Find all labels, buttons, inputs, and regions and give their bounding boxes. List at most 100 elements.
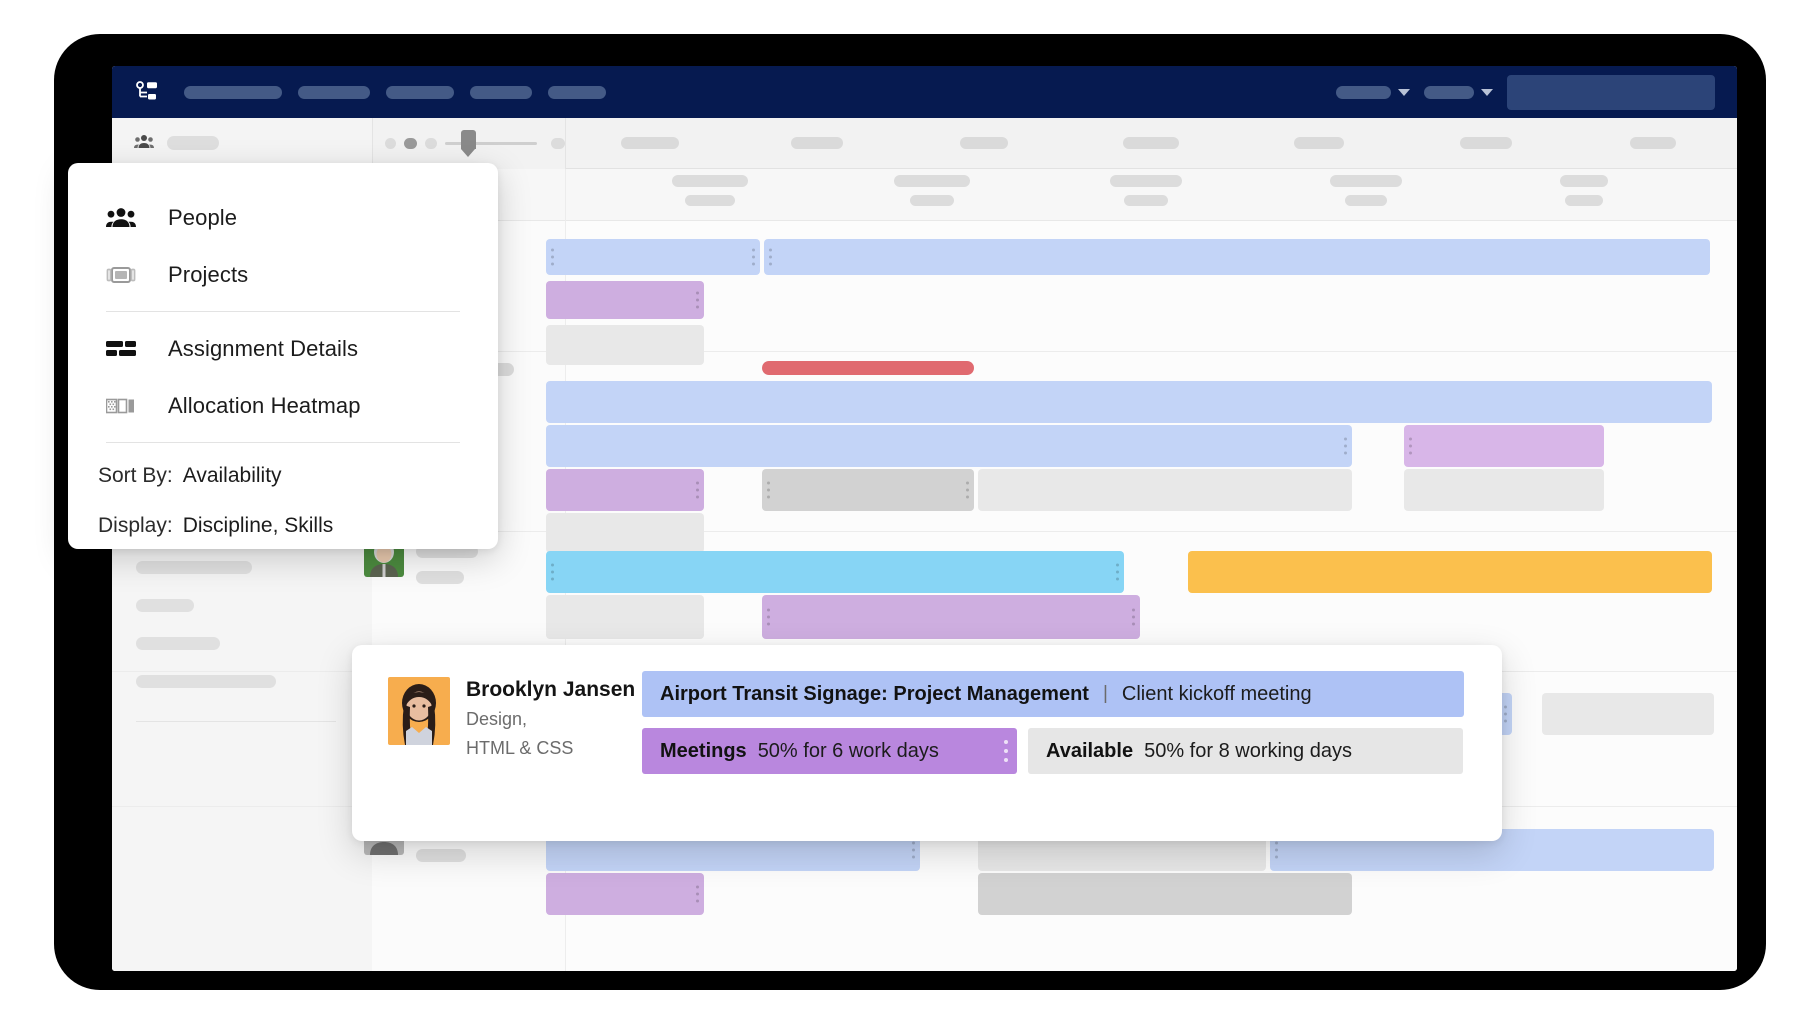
date-label — [790, 137, 843, 149]
date-label — [620, 137, 679, 149]
week-label-top — [1560, 175, 1608, 187]
org-chart-icon[interactable] — [134, 80, 160, 104]
nav-link-1[interactable] — [184, 85, 282, 99]
person-discipline: Design, — [466, 709, 528, 730]
people-icon — [134, 134, 154, 152]
people-icon — [106, 205, 140, 231]
menu-divider — [106, 311, 460, 312]
menu-item-allocation-heatmap[interactable]: Allocation Heatmap — [68, 377, 498, 434]
nav-dropdown-2-label — [1424, 85, 1474, 99]
zoom-slider-thumb[interactable] — [460, 130, 476, 157]
zoom-segment-2[interactable] — [404, 137, 418, 149]
bar-red-milestone[interactable] — [762, 361, 974, 375]
toolbar-view-switcher[interactable] — [112, 117, 372, 169]
tooltip-person-text: Brooklyn Jansen Design, HTML & CSS — [466, 677, 635, 841]
resize-handle-right[interactable] — [1116, 563, 1119, 581]
bar-blue-2b[interactable] — [546, 425, 1352, 467]
bar-purple-5[interactable] — [546, 873, 704, 915]
resize-handle-right[interactable] — [1504, 705, 1507, 723]
menu-item-people[interactable]: People — [68, 189, 498, 246]
bar-grey-5b[interactable] — [978, 873, 1352, 915]
display-row[interactable]: Display: Discipline, Skills — [68, 501, 498, 551]
week-label-top — [1110, 175, 1182, 187]
bar-purple-2[interactable] — [546, 469, 704, 511]
bar-purple-1[interactable] — [546, 281, 704, 319]
resize-handle-right[interactable] — [1132, 608, 1135, 626]
resize-handle-left[interactable] — [767, 608, 770, 626]
resize-handle-right[interactable] — [912, 841, 915, 859]
date-header-cell — [1570, 137, 1737, 149]
bar-grey-2d[interactable] — [546, 513, 704, 553]
display-value[interactable]: Discipline, Skills — [183, 514, 334, 538]
week-label-top — [672, 175, 748, 187]
available-label: Available — [1046, 739, 1134, 762]
week-label-bottom — [1345, 195, 1387, 206]
nav-dropdown-1[interactable] — [1336, 85, 1410, 99]
nav-link-5[interactable] — [548, 85, 606, 99]
bar-blue-1b[interactable] — [764, 239, 1710, 275]
date-label — [1293, 137, 1344, 149]
nav-link-2[interactable] — [298, 85, 370, 99]
nav-dropdown-2[interactable] — [1424, 85, 1493, 99]
nav-link-4[interactable] — [470, 85, 532, 99]
nav-link-3[interactable] — [386, 85, 454, 99]
menu-item-label: People — [168, 204, 238, 230]
person-role-placeholder — [416, 849, 466, 862]
tooltip-assignment-bar[interactable]: Airport Transit Signage: Project Managem… — [642, 671, 1464, 717]
date-label — [960, 137, 1009, 149]
menu-divider — [106, 442, 460, 443]
zoom-slider[interactable] — [444, 130, 537, 157]
avatar — [388, 677, 450, 745]
chevron-down-icon — [1398, 88, 1410, 96]
resize-handle-right[interactable] — [696, 481, 699, 499]
search-input[interactable] — [1507, 74, 1715, 110]
resize-handle-right[interactable] — [752, 248, 755, 266]
bar-cyan-3[interactable] — [546, 551, 1124, 593]
nav-dropdown-1-label — [1336, 85, 1391, 99]
week-header-cell — [894, 175, 970, 206]
person-name: Brooklyn Jansen — [466, 678, 636, 701]
bar-grey-3[interactable] — [546, 595, 704, 639]
available-segment[interactable]: Available 50% for 8 working days — [1028, 728, 1463, 774]
zoom-segment-3[interactable] — [425, 137, 437, 149]
zoom-segment-1[interactable] — [385, 137, 397, 149]
bar-blue-2a[interactable] — [546, 381, 1712, 423]
resize-handle-left[interactable] — [769, 248, 772, 266]
zoom-trailing-pill[interactable] — [550, 137, 565, 149]
meetings-detail: 50% for 6 work days — [757, 739, 939, 762]
bar-grey-2a[interactable] — [762, 469, 974, 511]
resize-handle-right[interactable] — [1004, 740, 1008, 762]
bar-grey-1[interactable] — [546, 325, 704, 365]
resize-handle-right[interactable] — [696, 291, 699, 309]
date-label — [1630, 137, 1677, 149]
meetings-segment[interactable]: Meetings 50% for 6 work days — [642, 728, 1017, 774]
view-options-menu[interactable]: People Projects Assignment Details Alloc… — [68, 163, 498, 549]
resize-handle-right[interactable] — [966, 481, 969, 499]
meetings-label: Meetings — [660, 739, 747, 762]
resize-handle-left[interactable] — [1275, 841, 1278, 859]
resize-handle-right[interactable] — [696, 885, 699, 903]
top-navigation-bar — [112, 66, 1737, 118]
sort-by-value[interactable]: Availability — [183, 464, 282, 488]
sort-by-row[interactable]: Sort By: Availability — [68, 451, 498, 501]
menu-item-assignment-details[interactable]: Assignment Details — [68, 320, 498, 377]
resize-handle-left[interactable] — [1409, 437, 1412, 455]
bar-lilac-2[interactable] — [1404, 425, 1604, 467]
bar-grey-2b[interactable] — [978, 469, 1352, 511]
resize-handle-right[interactable] — [1344, 437, 1347, 455]
bar-grey-4[interactable] — [1542, 693, 1714, 735]
bar-blue-1a[interactable] — [546, 239, 760, 275]
menu-item-projects[interactable]: Projects — [68, 246, 498, 303]
week-label-top — [894, 175, 970, 187]
week-header-cell — [672, 175, 748, 206]
bar-amber-3[interactable] — [1188, 551, 1712, 593]
bar-grey-2c[interactable] — [1404, 469, 1604, 511]
timeline-toolbar — [112, 117, 1737, 169]
display-key: Display: — [98, 514, 173, 537]
resize-handle-left[interactable] — [551, 563, 554, 581]
resize-handle-left[interactable] — [551, 248, 554, 266]
resize-handle-left[interactable] — [767, 481, 770, 499]
sidebar-skeleton-pill — [136, 599, 194, 612]
bar-purple-3[interactable] — [762, 595, 1140, 639]
sidebar-skeleton-pill — [136, 561, 252, 574]
